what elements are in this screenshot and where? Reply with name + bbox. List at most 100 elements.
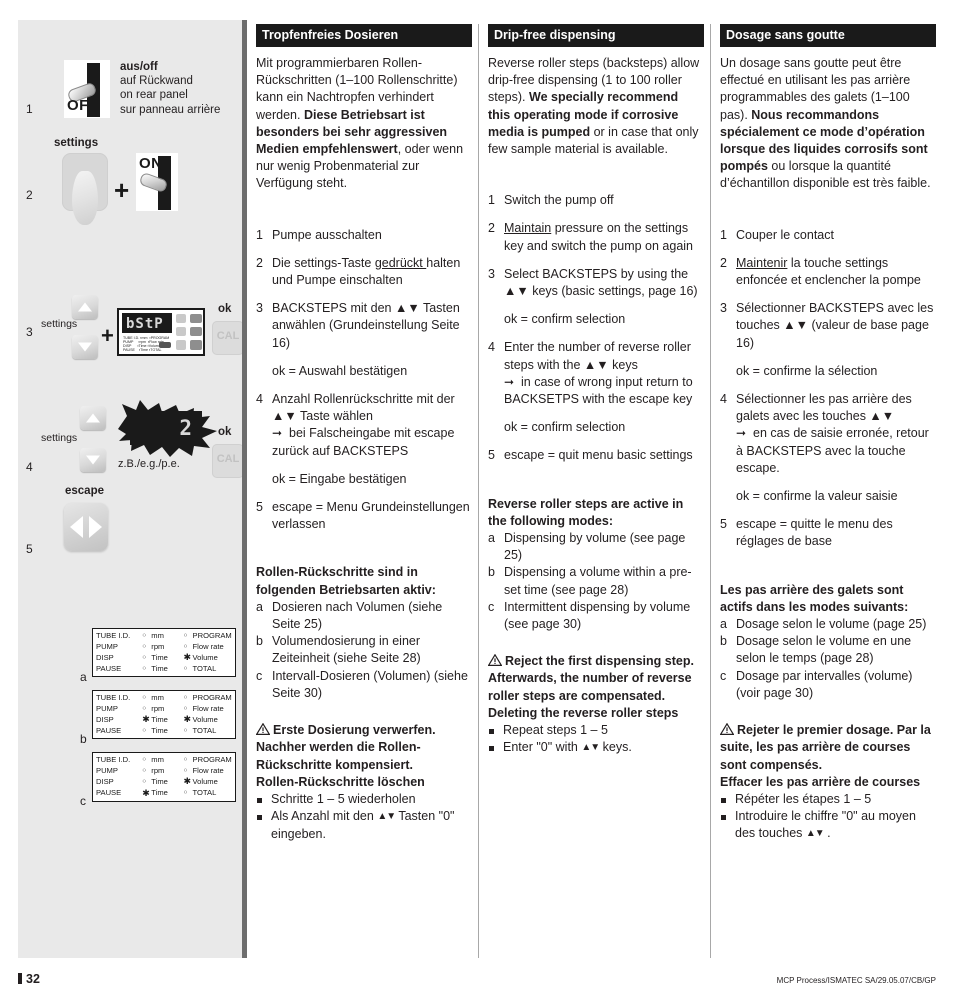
lcd-cal-key[interactable]	[190, 327, 202, 336]
mode-row-name: DISP	[96, 714, 114, 724]
step-note-de-4: ok = Eingabe bestätigen	[272, 471, 407, 486]
mode-mid-option: rpm	[151, 641, 165, 651]
mode-index: a	[488, 531, 495, 546]
delete-heading-fr: Effacer les pas arrière de courses	[720, 774, 921, 789]
step-arrow-note: bei Falscheingabe mit escape zurück auf …	[272, 426, 455, 458]
step-index: 3	[720, 301, 727, 316]
mode-right-option: Flow rate	[192, 641, 224, 651]
step-item-de-5: 5 escape = Menu Grundeinstellungen verlas…	[256, 500, 470, 532]
mode-item-de-b: b Volumendosierung in einer Zeiteinheit (…	[256, 634, 421, 666]
step-item-fr-3: 3 Sélectionner BACKSTEPS avec les touches…	[720, 301, 934, 350]
table-row: TUBE I.D. ○ mm ○ PROGRAM	[96, 631, 232, 642]
mode-table-grid: TUBE I.D. ○ mm ○ PROGRAM PUMP ○ rpm ○ Flow rate DI…	[96, 755, 232, 799]
step-index: 3	[488, 266, 495, 281]
step-index: 1	[488, 193, 495, 208]
modes-list-de: a Dosieren nach Volumen (siehe Seite 25) b…	[256, 599, 472, 702]
mode-index: c	[488, 599, 495, 614]
step-list-de: 1 Pumpe ausschalten 2 Die settings-Taste ge…	[256, 227, 472, 534]
intro-paragraph-de: Mit programmierbaren Rollen-Rückschritte…	[256, 56, 464, 191]
updown-keys-icon: ▲▼	[805, 828, 825, 840]
plus-sign-step2: +	[114, 175, 130, 205]
bullet-list-fr: Répéter les étapes 1 – 5 Introduire le ch…	[720, 791, 936, 844]
step-index: 4	[720, 392, 727, 407]
table-row: DISP ○ Time ✱ Volume	[96, 776, 232, 788]
mode-right-marker: ✱	[183, 652, 192, 663]
mode-right-option: Volume	[192, 714, 218, 724]
mode-table-label-c: c	[80, 794, 86, 808]
cal-key-step4[interactable]: CAL	[212, 444, 244, 478]
mode-right-marker: ○	[183, 789, 188, 797]
step-note-en-3: ok = confirm selection	[504, 312, 626, 327]
table-row: PUMP ○ rpm ○ Flow rate	[96, 766, 232, 777]
bullet-item-fr-1: Répéter les étapes 1 – 5	[720, 791, 936, 808]
mode-right-marker: ○	[183, 756, 188, 763]
step-number-1: 1	[26, 102, 33, 116]
arrow-down-key-step3[interactable]	[72, 335, 98, 359]
step-underlined-word: Maintenir	[736, 255, 788, 270]
step-list-fr: 1 Couper le contact 2 Maintenir la touche s…	[720, 227, 936, 551]
settings-key-step2[interactable]	[62, 153, 108, 225]
mode-right-marker: ○	[183, 642, 188, 650]
step-index: 1	[256, 227, 263, 242]
bullet-item-de-1: Schritte 1 – 5 wiederholen	[256, 791, 472, 808]
step-index: 2	[720, 255, 727, 270]
column-divider-1	[478, 24, 479, 958]
step-item-en-2: 2 Maintain pressure on the settings key a…	[488, 221, 694, 253]
mode-right-marker: ✱	[183, 776, 192, 787]
step-item-en-1: 1 Switch the pump off	[488, 192, 704, 209]
mode-row-name: DISP	[96, 652, 114, 662]
cal-key-step3[interactable]: CAL	[212, 321, 244, 355]
modes-list-fr: a Dosage selon le volume (page 25) b Dosage…	[720, 616, 936, 702]
intro-emphasis-en: We specially recommend this operating mo…	[488, 90, 679, 139]
column-german: Tropfenfreies Dosieren Mit programmierbar…	[255, 24, 472, 844]
mode-item-en-b: b Dispensing a volume within a pre-set ti…	[488, 565, 692, 597]
step-item-fr-5: 5 escape = quitte le menu des réglages de…	[720, 517, 893, 549]
lcd-reset-key[interactable]	[190, 340, 202, 350]
mode-right-marker: ○	[183, 694, 188, 701]
mode-mid-option: rpm	[151, 703, 165, 713]
mode-item-en-a: a Dispensing by volume (see page 25)	[488, 531, 686, 563]
display-screen-step4: 2	[130, 411, 202, 445]
bullet-list-en: Repeat steps 1 – 5 Enter "0" with ▲▼ keys…	[488, 722, 704, 757]
mode-right-marker: ○	[183, 726, 188, 734]
step-index: 4	[488, 340, 495, 355]
lcd-arrow-up-key[interactable]	[176, 314, 186, 323]
step-index: 1	[720, 227, 727, 242]
mode-row-name: DISP	[96, 776, 114, 786]
mode-mid-option: mm	[151, 693, 164, 702]
mode-right-option: PROGRAM	[192, 755, 232, 764]
mode-row-name: TUBE I.D.	[96, 693, 131, 702]
settings-key-label-step2: settings	[54, 137, 99, 149]
mode-right-option: PROGRAM	[192, 693, 232, 702]
bullet-item-de-2: Als Anzahl mit den ▲▼ Tasten "0" eingebe…	[256, 808, 472, 843]
switch-off-label: OFF	[67, 97, 99, 114]
mode-row-name: PUMP	[96, 765, 118, 775]
mode-mid-option: Time	[151, 663, 168, 673]
flashing-display-step4: 2	[114, 398, 220, 460]
mode-mid-option: mm	[151, 755, 164, 764]
mode-index: c	[720, 668, 727, 683]
mode-row-name: PAUSE	[96, 725, 122, 735]
escape-key[interactable]	[64, 503, 108, 551]
lcd-ok-key[interactable]	[190, 314, 202, 323]
mode-mid-marker: ○	[142, 704, 147, 712]
mode-right-marker: ○	[183, 664, 188, 672]
mode-mid-option: Time	[151, 652, 168, 662]
mode-row-name: TUBE I.D.	[96, 631, 131, 640]
modes-heading-en: Reverse roller steps are active in the f…	[488, 496, 684, 528]
lcd-arrow-down-key[interactable]	[176, 327, 186, 336]
lcd-escape-key[interactable]	[176, 340, 186, 350]
arrow-up-key-step4[interactable]	[80, 406, 106, 430]
table-row: PAUSE ○ Time ○ TOTAL	[96, 726, 232, 737]
step-note-de-3: ok = Auswahl bestätigen	[272, 363, 408, 378]
mode-mid-marker: ○	[142, 766, 147, 774]
modes-heading-de: Rollen-Rückschritte sind in folgenden Be…	[256, 565, 436, 597]
lcd-bar-indicator	[159, 342, 171, 348]
lcd-display-text: bStP	[126, 316, 164, 332]
step-item-en-4: 4 Enter the number of reverse roller step…	[488, 340, 693, 407]
warning-block-en: Reject the first dispensing step. Afterw…	[487, 653, 694, 703]
mode-mid-option: rpm	[151, 765, 165, 775]
step-index: 2	[256, 255, 263, 270]
arrow-down-key-step4[interactable]	[80, 448, 106, 472]
arrow-up-key-step3[interactable]	[72, 295, 98, 319]
